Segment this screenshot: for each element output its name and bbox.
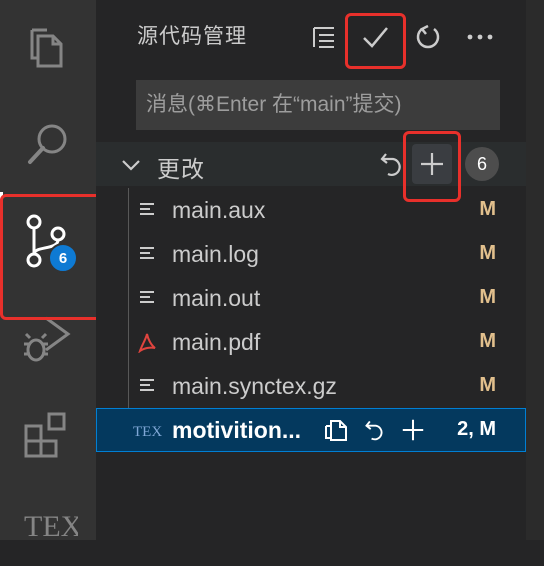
scrollbar[interactable] [526, 0, 544, 540]
file-row[interactable]: main.out M [96, 276, 526, 320]
discard-changes-icon[interactable] [358, 414, 392, 446]
file-row[interactable]: main.log M [96, 232, 526, 276]
tree-view-icon[interactable] [306, 18, 342, 56]
highlight-box-commit [345, 13, 406, 69]
file-status: M [479, 242, 496, 264]
chevron-down-icon[interactable] [120, 154, 142, 176]
file-row[interactable]: main.pdf M [96, 320, 526, 364]
file-name: motivition... [172, 417, 302, 443]
file-lines-icon [136, 199, 158, 221]
commit-message-input[interactable] [136, 80, 500, 130]
pdf-icon [136, 331, 158, 353]
extensions-icon[interactable] [0, 390, 96, 478]
file-lines-icon [136, 287, 158, 309]
file-row[interactable]: main.aux M [96, 188, 526, 232]
file-lines-icon [136, 375, 158, 397]
refresh-icon[interactable] [410, 18, 446, 56]
file-status: M [479, 286, 496, 308]
changes-count-badge: 6 [465, 147, 499, 181]
tex-icon-label: TEX [24, 510, 78, 542]
tex-icon[interactable]: TEX [0, 478, 96, 566]
explorer-icon[interactable] [0, 4, 96, 92]
file-status: M [479, 330, 496, 352]
file-row-selected[interactable]: TEX motivition... 2, M [96, 408, 526, 452]
file-status: 2, M [457, 418, 496, 440]
stage-changes-icon[interactable] [396, 414, 430, 446]
search-icon[interactable] [0, 100, 96, 188]
file-name: main.aux [172, 197, 266, 223]
more-icon[interactable] [462, 18, 498, 56]
file-name: main.pdf [172, 329, 261, 355]
panel-title: 源代码管理 [137, 25, 247, 48]
file-status: M [479, 198, 496, 220]
file-lines-icon [136, 243, 158, 265]
changes-section-label: 更改 [157, 156, 205, 182]
file-name: main.log [172, 241, 259, 267]
file-name: main.synctex.gz [172, 373, 337, 399]
file-name: main.out [172, 285, 261, 311]
tex-file-icon: TEX [132, 419, 162, 441]
tex-file-icon-label: TEX [133, 424, 162, 440]
row-actions [320, 414, 430, 446]
file-status: M [479, 374, 496, 396]
open-file-icon[interactable] [320, 414, 354, 446]
file-row[interactable]: main.synctex.gz M [96, 364, 526, 408]
